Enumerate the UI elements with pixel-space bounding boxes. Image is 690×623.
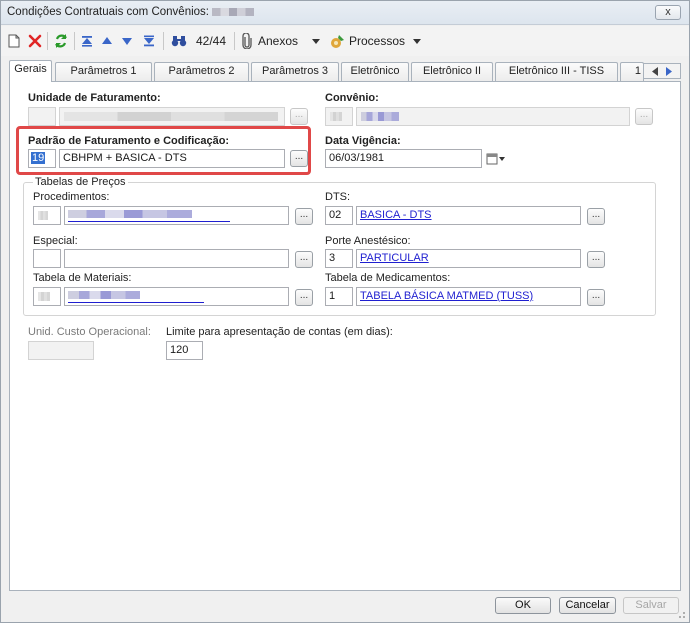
tabela-medicamentos-name-field[interactable]: TABELA BÁSICA MATMED (TUSS) (356, 287, 581, 306)
delete-icon[interactable] (25, 30, 45, 52)
especial-label: Especial: (33, 235, 78, 247)
tabela-medicamentos-label: Tabela de Medicamentos: (325, 272, 451, 284)
unidade-faturamento-lookup-button[interactable]: ... (290, 108, 308, 125)
porte-anestesico-code-field[interactable]: 3 (325, 249, 353, 268)
binoculars-icon[interactable] (168, 30, 190, 52)
tab-eletronico-ii[interactable]: Eletrônico II (411, 62, 493, 81)
limite-apresentacao-text: 120 (170, 344, 189, 356)
calendar-icon (486, 153, 505, 164)
data-vigencia-text: 06/03/1981 (329, 152, 385, 164)
especial-name-field[interactable] (64, 249, 289, 268)
unidade-faturamento-code-field (28, 107, 56, 126)
dts-label: DTS: (325, 191, 351, 203)
procedimentos-label: Procedimentos: (33, 191, 110, 203)
title-redacted (212, 7, 254, 16)
tab-parametros-1[interactable]: Parâmetros 1 (55, 62, 152, 81)
first-record-icon[interactable] (79, 30, 95, 52)
tabela-materiais-link-underline (68, 302, 204, 303)
dts-name-text[interactable]: BASICA - DTS (360, 209, 478, 221)
convenio-lookup-button[interactable]: ... (635, 108, 653, 125)
last-record-icon[interactable] (141, 30, 157, 52)
tab-eletronico[interactable]: Eletrônico (341, 62, 409, 81)
convenio-code-redacted (330, 112, 342, 121)
tabela-materiais-lookup-button[interactable]: ... (295, 289, 313, 306)
window-title-text: Condições Contratuais com Convênios: (7, 6, 209, 18)
processos-menu[interactable]: Processos (348, 30, 406, 52)
especial-code-field[interactable] (33, 249, 61, 268)
tabela-materiais-name-field[interactable] (64, 287, 289, 306)
tab-overflow[interactable]: 1 (620, 62, 644, 81)
procedimentos-lookup-button[interactable]: ... (295, 208, 313, 225)
save-button[interactable]: Salvar (623, 597, 679, 614)
procedimentos-name-field[interactable] (64, 206, 289, 225)
limite-apresentacao-field[interactable]: 120 (166, 341, 203, 360)
procedimentos-link-underline (68, 221, 230, 222)
cancel-button[interactable]: Cancelar (559, 597, 616, 614)
previous-record-icon[interactable] (99, 30, 115, 52)
tabela-medicamentos-lookup-button[interactable]: ... (587, 289, 605, 306)
unid-custo-operacional-field (28, 341, 94, 360)
tabela-materiais-code-redacted (38, 292, 50, 301)
dialog-window: Condições Contratuais com Convênios: x 4… (0, 0, 690, 623)
porte-anestesico-name-text[interactable]: PARTICULAR (360, 252, 441, 264)
limite-apresentacao-label: Limite para apresentação de contas (em d… (166, 326, 393, 338)
tab-parametros-3[interactable]: Parâmetros 3 (251, 62, 339, 81)
tab-scroll-right-icon[interactable] (664, 66, 673, 76)
dts-code-field[interactable]: 02 (325, 206, 353, 225)
convenio-name-redacted (361, 112, 399, 121)
new-document-icon[interactable] (5, 30, 23, 52)
toolbar: 42/44 Anexos Processos (1, 26, 689, 56)
unidade-faturamento-label: Unidade de Faturamento: (28, 92, 161, 104)
process-icon[interactable] (329, 30, 347, 52)
procedimentos-code-redacted (38, 211, 48, 220)
dts-lookup-button[interactable]: ... (587, 208, 605, 225)
convenio-code-field (325, 107, 353, 126)
tabela-medicamentos-code-field[interactable]: 1 (325, 287, 353, 306)
tabela-medicamentos-code-text: 1 (329, 290, 336, 302)
unid-custo-operacional-label: Unid. Custo Operacional: (28, 326, 151, 338)
highlight-box (16, 126, 311, 175)
processos-dropdown-icon[interactable] (412, 30, 422, 52)
tabela-materiais-label: Tabela de Materiais: (33, 272, 132, 284)
porte-anestesico-lookup-button[interactable]: ... (587, 251, 605, 268)
dts-name-field[interactable]: BASICA - DTS (356, 206, 581, 225)
calendar-dropdown-button[interactable] (485, 150, 507, 167)
tab-gerais[interactable]: Gerais (9, 60, 52, 82)
refresh-icon[interactable] (51, 30, 71, 52)
close-button[interactable]: x (655, 5, 681, 20)
resize-grip-icon[interactable] (676, 609, 686, 619)
dts-code-text: 02 (329, 209, 342, 221)
tab-scroll-buttons[interactable] (643, 63, 681, 79)
porte-anestesico-code-text: 3 (329, 252, 336, 264)
unidade-faturamento-name-field (59, 107, 285, 126)
tab-parametros-2[interactable]: Parâmetros 2 (154, 62, 249, 81)
tabela-materiais-code-field[interactable] (33, 287, 61, 306)
record-position: 42/44 (195, 34, 227, 48)
unidade-faturamento-redacted (64, 112, 278, 121)
convenio-name-field (356, 107, 630, 126)
tab-scroll-left-icon[interactable] (651, 66, 660, 76)
window-title: Condições Contratuais com Convênios: (7, 6, 254, 18)
procedimentos-name-redacted (68, 210, 192, 218)
next-record-icon[interactable] (119, 30, 135, 52)
especial-lookup-button[interactable]: ... (295, 251, 313, 268)
porte-anestesico-label: Porte Anestésico: (325, 235, 411, 247)
tabela-materiais-name-redacted (68, 291, 140, 299)
title-bar: Condições Contratuais com Convênios: x (1, 1, 689, 25)
paperclip-icon[interactable] (239, 30, 255, 52)
data-vigencia-label: Data Vigência: (325, 135, 401, 147)
procedimentos-code-field[interactable] (33, 206, 61, 225)
ok-button[interactable]: OK (495, 597, 551, 614)
porte-anestesico-name-field[interactable]: PARTICULAR (356, 249, 581, 268)
data-vigencia-field[interactable]: 06/03/1981 (325, 149, 482, 168)
tabela-medicamentos-name-text[interactable]: TABELA BÁSICA MATMED (TUSS) (360, 290, 543, 302)
convenio-label: Convênio: (325, 92, 379, 104)
anexos-menu[interactable]: Anexos (255, 30, 301, 52)
anexos-dropdown-icon[interactable] (311, 30, 321, 52)
tab-eletronico-iii-tiss[interactable]: Eletrônico III - TISS (495, 62, 618, 81)
tabelas-precos-group-label: Tabelas de Preços (33, 176, 128, 188)
